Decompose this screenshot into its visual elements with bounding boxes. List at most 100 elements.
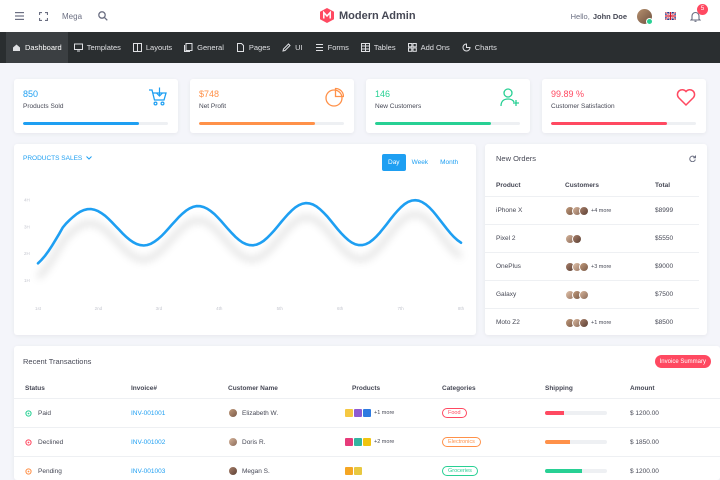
customer-avatar[interactable] bbox=[579, 317, 589, 328]
more-customers[interactable]: +1 more bbox=[591, 320, 611, 326]
nav-item-forms[interactable]: Forms bbox=[309, 32, 355, 63]
nav-label: Templates bbox=[86, 43, 121, 52]
invoice-link[interactable]: INV-001002 bbox=[131, 428, 165, 456]
stat-card-new-customers: 146 New Customers bbox=[366, 79, 530, 133]
order-row[interactable]: Galaxy $7500 bbox=[485, 280, 699, 308]
status-text: Paid bbox=[38, 409, 52, 417]
status-dot-icon bbox=[25, 438, 32, 446]
more-customers[interactable]: +3 more bbox=[591, 264, 611, 270]
nav-item-layouts[interactable]: Layouts bbox=[127, 32, 178, 63]
uk-flag-icon[interactable] bbox=[665, 12, 676, 20]
customer-avatar[interactable] bbox=[579, 205, 589, 216]
product-thumbnail[interactable] bbox=[354, 409, 362, 417]
nav-item-dashboard[interactable]: Dashboard bbox=[6, 32, 68, 63]
nav-item-add-ons[interactable]: Add Ons bbox=[402, 32, 456, 63]
stat-label: Customer Satisfaction bbox=[551, 103, 615, 110]
transaction-row[interactable]: Paid INV-001001 Elizabeth W. +1 more Food $ 1… bbox=[14, 398, 720, 427]
product-thumbnail[interactable] bbox=[363, 438, 371, 446]
more-products[interactable]: +2 more bbox=[374, 439, 394, 445]
y-tick-label: 3H bbox=[24, 224, 30, 229]
table-icon bbox=[360, 43, 370, 52]
transactions-title: Recent Transactions bbox=[23, 357, 92, 366]
more-customers[interactable]: +4 more bbox=[591, 208, 611, 214]
nav-label: Charts bbox=[474, 43, 497, 52]
main-navbar: Dashboard Templates Layouts General Pages UI F… bbox=[0, 32, 720, 63]
category-cell: Groceries bbox=[442, 457, 478, 480]
topbar: Mega Modern Admin Hello, John Doe 5 bbox=[0, 0, 720, 32]
menu-icon[interactable] bbox=[14, 11, 24, 21]
product-thumbnail[interactable] bbox=[354, 438, 362, 446]
order-row[interactable]: Moto Z2 +1 more $8500 bbox=[485, 308, 699, 336]
pie-icon bbox=[462, 43, 471, 52]
nav-label: Forms bbox=[327, 43, 349, 52]
refresh-icon[interactable] bbox=[689, 155, 696, 162]
notification-bell-icon[interactable]: 5 bbox=[689, 3, 708, 22]
order-customers bbox=[565, 233, 582, 244]
order-product: OnePlus bbox=[496, 263, 521, 270]
customer-avatar[interactable] bbox=[228, 408, 238, 418]
monitor-icon bbox=[73, 43, 83, 52]
mega-menu-link[interactable]: Mega bbox=[62, 12, 82, 21]
order-customers: +3 more bbox=[565, 261, 611, 272]
invoice-link[interactable]: INV-001001 bbox=[131, 399, 165, 427]
greeting: Hello, John Doe bbox=[570, 11, 627, 21]
products-sales-card: PRODUCTS SALES Day Week Month 1H 2H 3H 4H 1st 2… bbox=[14, 144, 476, 335]
category-cell: Food bbox=[442, 399, 467, 427]
x-tick-label: 3rd bbox=[156, 306, 163, 311]
order-product: Galaxy bbox=[496, 291, 517, 298]
stat-label: Net Profit bbox=[199, 103, 227, 110]
layers-icon bbox=[407, 43, 417, 52]
order-customers: +1 more bbox=[565, 317, 611, 328]
product-thumbnail[interactable] bbox=[345, 467, 353, 475]
category-cell: Electronics bbox=[442, 428, 481, 456]
order-row[interactable]: Pixel 2 $5550 bbox=[485, 224, 699, 252]
products-cell bbox=[345, 457, 363, 480]
nav-label: Layouts bbox=[145, 43, 173, 52]
product-thumbnail[interactable] bbox=[345, 409, 353, 417]
shipping-progress bbox=[545, 469, 607, 473]
product-thumbnail[interactable] bbox=[345, 438, 353, 446]
order-row[interactable]: OnePlus +3 more $9000 bbox=[485, 252, 699, 280]
stat-label: Products Sold bbox=[23, 103, 64, 110]
user-add-icon bbox=[500, 88, 519, 107]
nav-item-templates[interactable]: Templates bbox=[68, 32, 127, 63]
shipping-progress bbox=[545, 411, 607, 415]
nav-item-tables[interactable]: Tables bbox=[355, 32, 402, 63]
stat-card-products-sold: 850 Products Sold bbox=[14, 79, 178, 133]
more-products[interactable]: +1 more bbox=[374, 410, 394, 416]
notification-badge: 5 bbox=[697, 3, 708, 15]
stat-value: 99.89 % bbox=[551, 89, 585, 99]
shipping-cell bbox=[545, 399, 607, 427]
transaction-row[interactable]: Pending INV-001003 Megan S. Groceries $ 1200… bbox=[14, 456, 720, 480]
category-badge: Food bbox=[442, 408, 467, 418]
copy-icon bbox=[184, 43, 193, 52]
fullscreen-icon[interactable] bbox=[38, 11, 48, 21]
search-icon[interactable] bbox=[98, 11, 108, 21]
invoice-summary-button[interactable]: Invoice Summary bbox=[654, 355, 711, 368]
nav-item-ui[interactable]: UI bbox=[276, 32, 309, 63]
transaction-row[interactable]: Declined INV-001002 Doris R. +2 more Electro… bbox=[14, 427, 720, 456]
customer-avatar[interactable] bbox=[228, 437, 238, 447]
stat-value: 850 bbox=[23, 89, 39, 99]
new-orders-title: New Orders bbox=[496, 154, 537, 163]
series-line bbox=[36, 198, 463, 265]
customer-avatar[interactable] bbox=[228, 466, 238, 476]
nav-item-pages[interactable]: Pages bbox=[230, 32, 276, 63]
shipping-cell bbox=[545, 457, 607, 480]
stat-progress-bar bbox=[375, 122, 520, 125]
nav-item-charts[interactable]: Charts bbox=[456, 32, 503, 63]
order-row[interactable]: iPhone X +4 more $8999 bbox=[485, 196, 699, 224]
invoice-link[interactable]: INV-001003 bbox=[131, 457, 165, 480]
brand[interactable]: Modern Admin bbox=[320, 8, 416, 23]
customer-avatar[interactable] bbox=[579, 289, 589, 300]
avatar[interactable] bbox=[637, 8, 653, 25]
order-customers: +4 more bbox=[565, 205, 611, 216]
nav-label: UI bbox=[295, 43, 303, 52]
product-thumbnail[interactable] bbox=[363, 409, 371, 417]
nav-item-general[interactable]: General bbox=[178, 32, 230, 63]
customer-avatar[interactable] bbox=[579, 261, 589, 272]
transactions-header: Status Invoice# Customer Name Products C… bbox=[25, 384, 655, 392]
stat-progress-bar bbox=[551, 122, 696, 125]
customer-avatar[interactable] bbox=[572, 233, 582, 244]
product-thumbnail[interactable] bbox=[354, 467, 362, 475]
